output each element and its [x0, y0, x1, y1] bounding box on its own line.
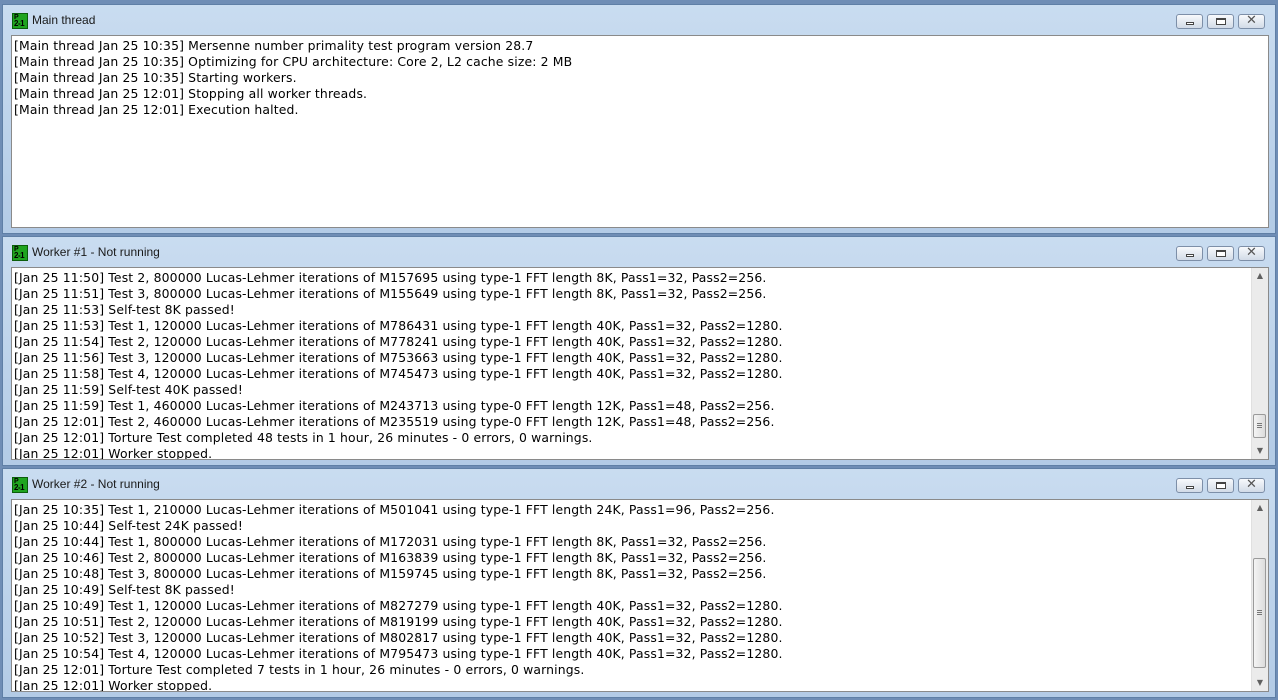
log-line: [Jan 25 10:49] Self-test 8K passed!: [14, 582, 235, 597]
log-line: [Jan 25 12:01] Worker stopped.: [14, 446, 213, 460]
log-text: [Jan 25 10:35] Test 1, 210000 Lucas-Lehm…: [14, 502, 1248, 692]
log-line: [Jan 25 12:01] Torture Test completed 48…: [14, 430, 593, 445]
log-line: [Jan 25 10:44] Self-test 24K passed!: [14, 518, 243, 533]
worker-2-log-area[interactable]: [Jan 25 10:35] Test 1, 210000 Lucas-Lehm…: [11, 499, 1269, 692]
log-line: [Main thread Jan 25 12:01] Execution hal…: [14, 102, 299, 117]
worker-1-window[interactable]: P 2-1 Worker #1 - Not running ✕ [Jan 25 1…: [2, 236, 1276, 466]
worker-1-log-area[interactable]: [Jan 25 11:50] Test 2, 800000 Lucas-Lehm…: [11, 267, 1269, 460]
scroll-up-arrow-icon[interactable]: ▲: [1252, 500, 1268, 516]
worker-2-window[interactable]: P 2-1 Worker #2 - Not running ✕ [Jan 25 1…: [2, 468, 1276, 698]
log-line: [Jan 25 10:51] Test 2, 120000 Lucas-Lehm…: [14, 614, 783, 629]
scroll-down-arrow-icon[interactable]: ▼: [1252, 675, 1268, 691]
log-line: [Jan 25 10:48] Test 3, 800000 Lucas-Lehm…: [14, 566, 767, 581]
log-line: [Jan 25 10:46] Test 2, 800000 Lucas-Lehm…: [14, 550, 767, 565]
log-line: [Jan 25 11:53] Test 1, 120000 Lucas-Lehm…: [14, 318, 783, 333]
prime95-app-icon[interactable]: P 2-1: [12, 245, 28, 261]
close-button[interactable]: ✕: [1238, 13, 1265, 29]
close-icon: ✕: [1246, 13, 1257, 28]
log-line: [Jan 25 10:44] Test 1, 800000 Lucas-Lehm…: [14, 534, 767, 549]
main-thread-window[interactable]: P 2-1 Main thread ✕ [Main thread Jan 25 1…: [2, 4, 1276, 234]
log-line: [Jan 25 12:01] Test 2, 460000 Lucas-Lehm…: [14, 414, 775, 429]
log-line: [Jan 25 11:50] Test 2, 800000 Lucas-Lehm…: [14, 270, 767, 285]
window-title: Worker #1 - Not running: [32, 245, 160, 259]
log-line: [Jan 25 10:54] Test 4, 120000 Lucas-Lehm…: [14, 646, 783, 661]
prime95-app-icon[interactable]: P 2-1: [12, 13, 28, 29]
vertical-scrollbar[interactable]: ▲ ▼: [1251, 500, 1268, 691]
log-text: [Jan 25 11:50] Test 2, 800000 Lucas-Lehm…: [14, 270, 1248, 460]
vertical-scrollbar[interactable]: ▲ ▼: [1251, 268, 1268, 459]
main-thread-log-area[interactable]: [Main thread Jan 25 10:35] Mersenne numb…: [11, 35, 1269, 228]
log-line: [Main thread Jan 25 12:01] Stopping all …: [14, 86, 368, 101]
scroll-down-arrow-icon[interactable]: ▼: [1252, 443, 1268, 459]
window-title: Main thread: [32, 13, 96, 27]
maximize-button[interactable]: [1207, 246, 1234, 261]
log-line: [Jan 25 11:53] Self-test 8K passed!: [14, 302, 235, 317]
log-text: [Main thread Jan 25 10:35] Mersenne numb…: [14, 38, 1248, 118]
maximize-button[interactable]: [1207, 14, 1234, 29]
log-line: [Jan 25 11:51] Test 3, 800000 Lucas-Lehm…: [14, 286, 767, 301]
scroll-up-arrow-icon[interactable]: ▲: [1252, 268, 1268, 284]
log-line: [Main thread Jan 25 10:35] Mersenne numb…: [14, 38, 534, 53]
log-line: [Jan 25 10:52] Test 3, 120000 Lucas-Lehm…: [14, 630, 783, 645]
log-line: [Jan 25 11:58] Test 4, 120000 Lucas-Lehm…: [14, 366, 783, 381]
log-line: [Jan 25 12:01] Worker stopped.: [14, 678, 213, 692]
prime95-app-icon[interactable]: P 2-1: [12, 477, 28, 493]
log-line: [Jan 25 11:59] Test 1, 460000 Lucas-Lehm…: [14, 398, 775, 413]
minimize-button[interactable]: [1176, 14, 1203, 29]
minimize-button[interactable]: [1176, 246, 1203, 261]
window-title: Worker #2 - Not running: [32, 477, 160, 491]
scrollbar-thumb[interactable]: [1253, 558, 1266, 668]
log-line: [Jan 25 10:49] Test 1, 120000 Lucas-Lehm…: [14, 598, 783, 613]
close-icon: ✕: [1246, 477, 1257, 492]
log-line: [Main thread Jan 25 10:35] Optimizing fo…: [14, 54, 573, 69]
log-line: [Jan 25 10:35] Test 1, 210000 Lucas-Lehm…: [14, 502, 775, 517]
worker-1-titlebar[interactable]: P 2-1 Worker #1 - Not running ✕: [3, 237, 1275, 267]
worker-2-titlebar[interactable]: P 2-1 Worker #2 - Not running ✕: [3, 469, 1275, 499]
minimize-button[interactable]: [1176, 478, 1203, 493]
scrollbar-thumb[interactable]: [1253, 414, 1266, 438]
close-icon: ✕: [1246, 245, 1257, 260]
log-line: [Jan 25 11:56] Test 3, 120000 Lucas-Lehm…: [14, 350, 783, 365]
close-button[interactable]: ✕: [1238, 477, 1265, 493]
log-line: [Jan 25 11:59] Self-test 40K passed!: [14, 382, 243, 397]
close-button[interactable]: ✕: [1238, 245, 1265, 261]
maximize-button[interactable]: [1207, 478, 1234, 493]
log-line: [Main thread Jan 25 10:35] Starting work…: [14, 70, 297, 85]
log-line: [Jan 25 12:01] Torture Test completed 7 …: [14, 662, 585, 677]
main-thread-titlebar[interactable]: P 2-1 Main thread ✕: [3, 5, 1275, 35]
log-line: [Jan 25 11:54] Test 2, 120000 Lucas-Lehm…: [14, 334, 783, 349]
